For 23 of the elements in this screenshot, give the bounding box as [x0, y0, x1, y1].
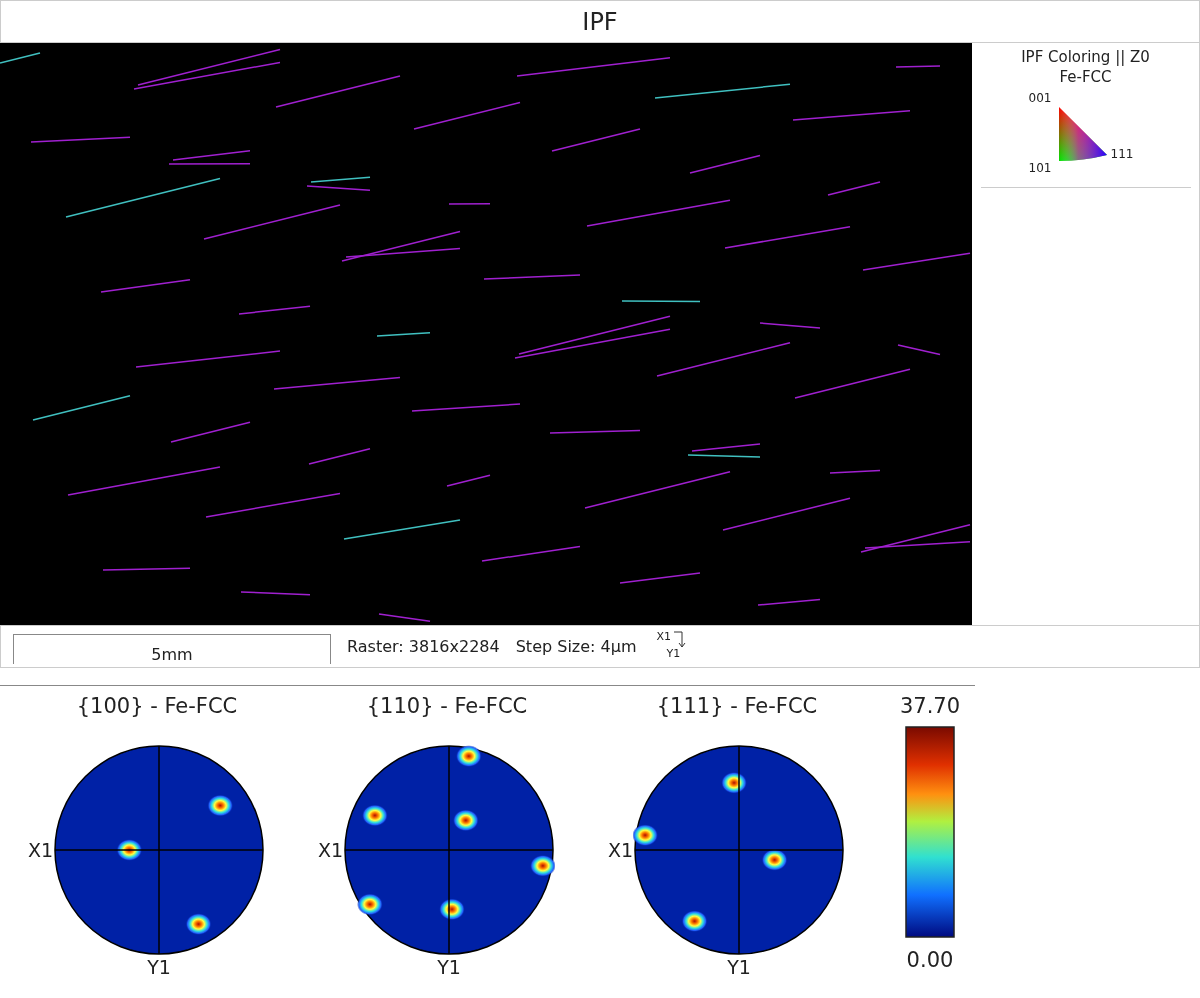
axis-label: Y1	[147, 956, 171, 978]
raster-info: Raster: 3816x2284	[347, 637, 500, 656]
pole-figure-title: {100} - Fe-FCC	[76, 694, 238, 720]
window-title: IPF	[0, 0, 1200, 43]
axis-label: X1	[26, 839, 53, 861]
axis-label: X1	[316, 839, 343, 861]
axes-arrow-icon	[674, 630, 687, 648]
legend-heading: IPF Coloring || Z0	[1021, 47, 1150, 67]
axis-label: Y1	[666, 647, 682, 659]
step-size-info: Step Size: 4µm	[515, 637, 637, 656]
legend-phase: Fe-FCC	[1059, 67, 1112, 87]
axis-label: X1	[606, 839, 633, 861]
pole-figure-title: {110} - Fe-FCC	[366, 694, 528, 720]
corner-label: 111	[1110, 147, 1135, 163]
axis-label: Y1	[727, 956, 751, 978]
scale-min-label: 0.00	[906, 948, 954, 972]
axis-label: X1	[656, 630, 673, 642]
axis-label: Y1	[437, 956, 461, 978]
corner-label: 001	[1027, 91, 1053, 105]
scale-max-label: 37.70	[899, 694, 961, 718]
scale-bar: 5mm	[13, 633, 331, 664]
pole-figure-title: {111} - Fe-FCC	[656, 694, 818, 720]
corner-label: 101	[1027, 161, 1053, 175]
